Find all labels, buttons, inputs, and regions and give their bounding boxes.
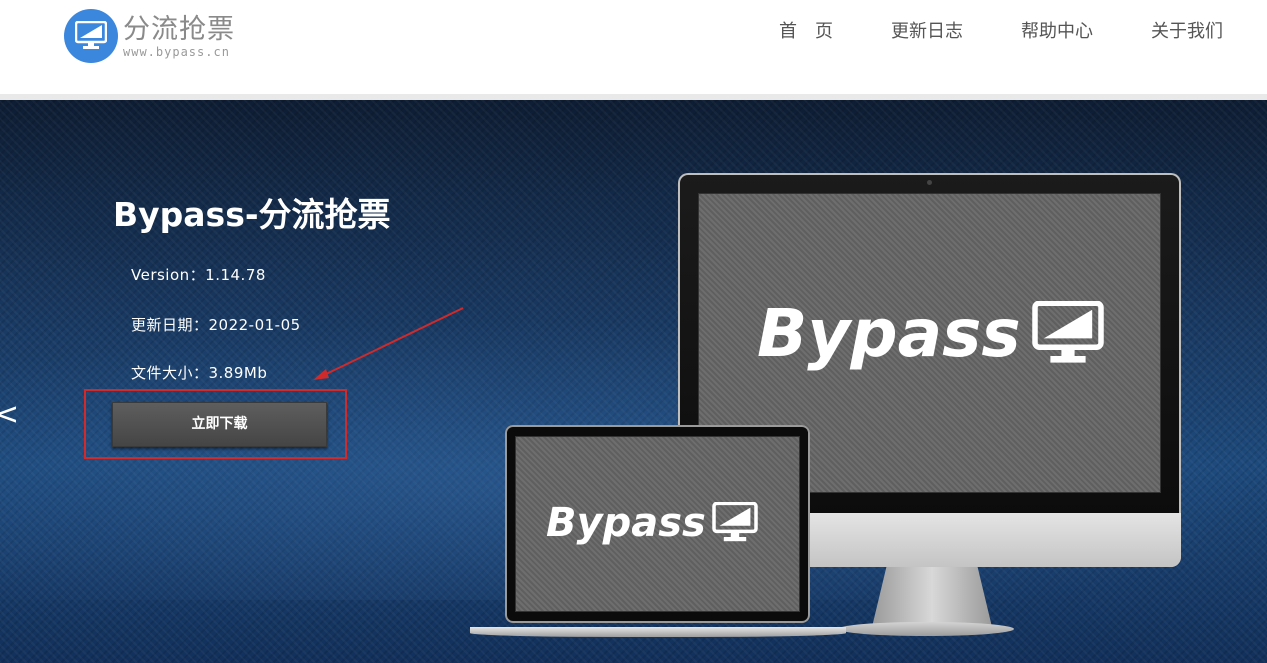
logo-title: 分流抢票 — [123, 14, 235, 45]
laptop-base — [470, 627, 846, 637]
monitor-stand — [872, 567, 992, 627]
site-header: 分流抢票 www.bypass.cn 首 页 更新日志 帮助中心 关于我们 — [0, 0, 1267, 94]
monitor-brand-text: Bypass — [757, 295, 1021, 372]
monitor-base — [838, 622, 1014, 636]
main-nav: 首 页 更新日志 帮助中心 关于我们 — [779, 20, 1223, 44]
laptop-illustration: Bypass — [505, 425, 810, 623]
nav-about-us[interactable]: 关于我们 — [1151, 20, 1223, 44]
monitor-brand-icon — [1031, 301, 1104, 363]
hero-banner: < Bypass-分流抢票 Version：1.14.78 更新日期：2022-… — [0, 100, 1267, 663]
site-logo[interactable]: 分流抢票 www.bypass.cn — [64, 9, 235, 63]
nav-changelog[interactable]: 更新日志 — [891, 20, 963, 44]
laptop-brand-icon — [712, 502, 758, 542]
laptop-screen: Bypass — [515, 436, 800, 612]
laptop-brand-text: Bypass — [546, 500, 706, 546]
nav-home[interactable]: 首 页 — [779, 20, 833, 44]
monitor-logo-icon — [64, 9, 118, 63]
nav-help-center[interactable]: 帮助中心 — [1021, 20, 1093, 44]
monitor-camera — [927, 180, 932, 185]
logo-subtitle: www.bypass.cn — [123, 45, 230, 59]
